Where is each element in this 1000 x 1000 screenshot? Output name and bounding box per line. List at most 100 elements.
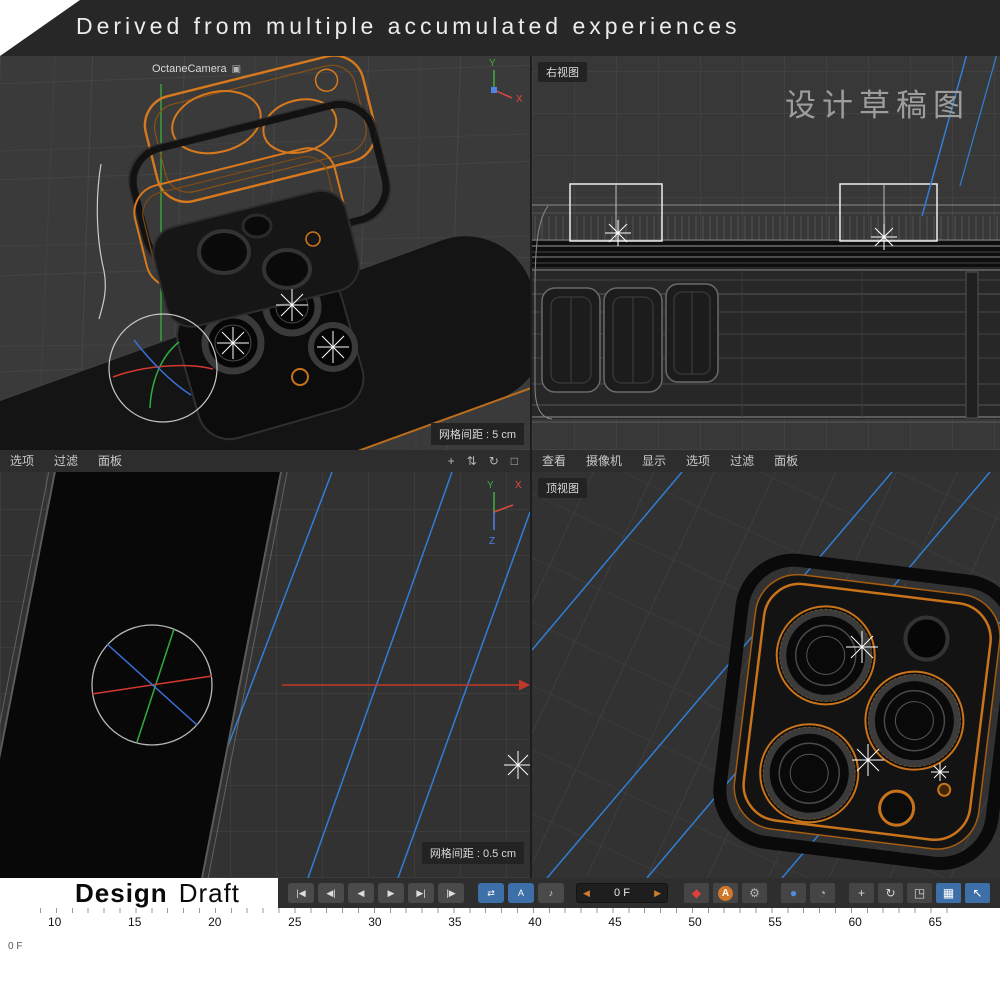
viewport-bottom-left[interactable]: Y X Z 网格间距 : 0.5 cm: [0, 472, 530, 878]
camera-label-text: OctaneCamera: [152, 63, 227, 75]
menu-filter[interactable]: 过滤: [44, 450, 88, 472]
measure-button[interactable]: ◔: [810, 883, 835, 903]
scale-icon: ◳: [914, 886, 925, 900]
view-label: 顶视图: [538, 478, 587, 498]
menu-filter[interactable]: 过滤: [720, 450, 764, 472]
autokey-record-button[interactable]: A: [713, 883, 738, 903]
move-tool-button[interactable]: +: [849, 883, 874, 903]
timeline-ruler[interactable]: 10 15 20 25 30 35 40 45 50 55 60 65: [0, 908, 1000, 934]
move-icon: +: [858, 886, 865, 900]
selection-tool-button[interactable]: ↖: [965, 883, 990, 903]
menu-camera[interactable]: 摄像机: [576, 450, 632, 472]
ruler-ticks: [40, 908, 960, 913]
render-settings-button[interactable]: ◆: [684, 883, 709, 903]
axis-gizmo: Y X: [489, 58, 523, 105]
viewport-perspective[interactable]: Y X OctaneCamera ▣ 网格间距 : 5 cm: [0, 56, 530, 450]
menu-panel[interactable]: 面板: [764, 450, 808, 472]
ruler-number: 55: [768, 915, 781, 929]
sketch-title: 设计草稿图: [785, 80, 970, 125]
rotate-tool-button[interactable]: ↻: [878, 883, 903, 903]
sketch-stroke: [97, 164, 105, 319]
app-window: Derived from multiple accumulated experi…: [0, 0, 1000, 1000]
case-side-wireframe: [532, 205, 1000, 422]
ruler-number: 20: [208, 915, 221, 929]
design-draft-bold: Design: [75, 878, 168, 908]
ruler-number: 40: [528, 915, 541, 929]
ruler-number: 25: [288, 915, 301, 929]
axis-gizmo: Y X Z: [487, 480, 522, 547]
viewport-menubar-left: 选项 过滤 面板 + ⇅ ↻ □: [0, 450, 530, 472]
menu-options[interactable]: 选项: [0, 450, 44, 472]
frame-value: 0 F: [614, 887, 630, 899]
perspective-canvas: Y X: [0, 56, 530, 450]
axis-y-label: Y: [487, 480, 494, 491]
menu-options[interactable]: 选项: [676, 450, 720, 472]
zoom-icon[interactable]: ⇅: [467, 454, 477, 468]
autokey-toggle[interactable]: A: [508, 883, 534, 903]
sound-toggle[interactable]: ♪: [538, 883, 564, 903]
prev-frame-button[interactable]: ◀: [348, 883, 374, 903]
frame-decrement[interactable]: ◀: [583, 888, 590, 899]
design-draft-light: Draft: [179, 878, 240, 908]
gear-icon: ⚙: [749, 886, 760, 900]
ruler-number: 65: [929, 915, 942, 929]
maximize-view-icon[interactable]: □: [511, 454, 518, 468]
goto-start-button[interactable]: |◀: [288, 883, 314, 903]
frame-field[interactable]: ◀ 0 F ▶: [576, 883, 668, 903]
header-bar: Derived from multiple accumulated experi…: [0, 0, 1000, 56]
ruler-number: 15: [128, 915, 141, 929]
design-draft-label: Design Draft: [0, 878, 278, 908]
tool-cluster: ◆ A ⚙ ● ◔ + ↻ ◳ ▦ ↖: [684, 883, 1000, 903]
settings-button[interactable]: ⚙: [742, 883, 767, 903]
viewport-top-view[interactable]: 顶视图: [532, 472, 1000, 878]
ruler-number: 60: [848, 915, 861, 929]
camera-label[interactable]: OctaneCamera ▣: [152, 63, 241, 75]
timeline-bar: Design Draft |◀ ◀| ◀ ▶ ▶| |▶ ⇄ A ♪ ◀ 0 F…: [0, 878, 1000, 908]
viewport-menubar-right: 查看 摄像机 显示 选项 过滤 面板: [532, 450, 1000, 472]
menu-view[interactable]: 查看: [532, 450, 576, 472]
camera-tag-icon: ▣: [232, 64, 241, 75]
goto-end-button[interactable]: |▶: [438, 883, 464, 903]
sparkle: [504, 751, 530, 779]
loop-toggle[interactable]: ⇄: [478, 883, 504, 903]
render-icon: ◆: [692, 886, 701, 900]
record-button[interactable]: ●: [781, 883, 806, 903]
menu-display[interactable]: 显示: [632, 450, 676, 472]
axis-z-label: Z: [489, 536, 495, 547]
rotate-icon: ↻: [885, 886, 895, 900]
corner-decoration: [0, 0, 80, 56]
footer-area: 0 F: [0, 934, 1000, 1000]
record-icon: ●: [790, 886, 797, 900]
snap-grid-icon: ▦: [943, 886, 954, 900]
mic-dot: [938, 783, 951, 796]
axis-x-label: X: [516, 94, 523, 105]
rotate-view-icon[interactable]: ↻: [489, 454, 499, 468]
ruler-numbers: 10 15 20 25 30 35 40 45 50 55 60 65: [0, 915, 1000, 929]
axis-y-label: Y: [489, 58, 496, 69]
autokey-icon: A: [718, 886, 733, 901]
current-frame-indicator: 0 F: [8, 941, 22, 952]
play-button[interactable]: ▶: [378, 883, 404, 903]
pan-icon[interactable]: +: [448, 454, 455, 468]
ruler-number: 50: [688, 915, 701, 929]
next-frame-button[interactable]: ▶|: [408, 883, 434, 903]
ruler-number: 45: [608, 915, 621, 929]
cursor-icon: ↖: [972, 886, 982, 900]
top-view-canvas: [532, 472, 1000, 878]
bottom-left-canvas: Y X Z: [0, 472, 530, 878]
grid-spacing-label: 网格间距 : 0.5 cm: [422, 842, 524, 864]
ruler-number: 10: [48, 915, 61, 929]
x-axis-arrow: [282, 680, 530, 691]
axis-x-label: X: [515, 480, 522, 491]
scale-tool-button[interactable]: ◳: [907, 883, 932, 903]
prev-key-button[interactable]: ◀|: [318, 883, 344, 903]
menu-panel[interactable]: 面板: [88, 450, 132, 472]
ruler-number: 30: [368, 915, 381, 929]
snap-toggle-button[interactable]: ▦: [936, 883, 961, 903]
camera-bump: [714, 554, 1000, 869]
view-label: 右视图: [538, 62, 587, 82]
bezel-ring-top: [139, 56, 382, 208]
ruler-number: 35: [448, 915, 461, 929]
frame-increment[interactable]: ▶: [654, 888, 661, 899]
viewport-right-view[interactable]: 右视图 设计草稿图: [532, 56, 1000, 450]
